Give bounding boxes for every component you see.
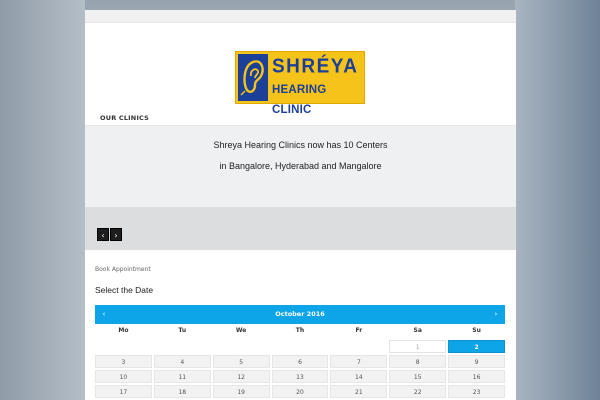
- calendar-day[interactable]: 12: [212, 370, 270, 383]
- page-container: SHRÉYA HEARING CLINIC OUR CLINICS Shreya…: [85, 10, 516, 400]
- weekday-header: Sa: [389, 324, 447, 338]
- site-logo[interactable]: SHRÉYA HEARING CLINIC: [235, 51, 365, 116]
- calendar-month-label: October 2016: [275, 310, 325, 318]
- weekday-header: Su: [448, 324, 505, 338]
- calendar-day[interactable]: 9: [448, 355, 505, 368]
- calendar-day[interactable]: 2: [448, 340, 505, 353]
- background-left: [0, 0, 85, 400]
- calendar-day[interactable]: 22: [389, 385, 447, 398]
- calendar-day[interactable]: 20: [271, 385, 329, 398]
- calendar-day[interactable]: 1: [389, 340, 447, 353]
- calendar-prev-month[interactable]: ‹: [97, 305, 111, 324]
- calendar-day[interactable]: 14: [330, 370, 388, 383]
- calendar-day[interactable]: 18: [153, 385, 211, 398]
- booking-section: Book Appointment Select the Date ‹ Octob…: [85, 266, 516, 400]
- hero-banner: Shreya Hearing Clinics now has 10 Center…: [85, 125, 516, 207]
- booking-title: Book Appointment: [95, 266, 151, 273]
- slider-bar: ‹ ›: [85, 207, 516, 250]
- calendar-day[interactable]: 11: [153, 370, 211, 383]
- calendar-day[interactable]: 5: [212, 355, 270, 368]
- ear-icon: [238, 54, 268, 101]
- weekday-header: Tu: [153, 324, 211, 338]
- calendar-day[interactable]: 15: [389, 370, 447, 383]
- calendar-day[interactable]: 19: [212, 385, 270, 398]
- calendar-empty-cell: [212, 340, 270, 353]
- site-header: SHRÉYA HEARING CLINIC OUR CLINICS: [85, 23, 516, 125]
- calendar-header: ‹ October 2016 ›: [95, 305, 505, 324]
- weekday-header: Th: [271, 324, 329, 338]
- calendar-day[interactable]: 4: [153, 355, 211, 368]
- weekday-header: Mo: [95, 324, 152, 338]
- calendar-day[interactable]: 7: [330, 355, 388, 368]
- calendar-day[interactable]: 13: [271, 370, 329, 383]
- calendar-day[interactable]: 16: [448, 370, 505, 383]
- calendar-day[interactable]: 8: [389, 355, 447, 368]
- slider-prev-button[interactable]: ‹: [97, 228, 109, 241]
- calendar-empty-cell: [153, 340, 211, 353]
- weekday-header: Fr: [330, 324, 388, 338]
- background-right: [515, 0, 600, 400]
- calendar-next-month[interactable]: ›: [489, 305, 503, 324]
- logo-text-tagline: HEARING CLINIC: [272, 84, 327, 116]
- date-picker: ‹ October 2016 › Mo Tu We Th Fr Sa Su 12…: [95, 305, 505, 400]
- slider-next-button[interactable]: ›: [110, 228, 122, 241]
- weekday-header: We: [212, 324, 270, 338]
- calendar-empty-cell: [330, 340, 388, 353]
- logo-text-name: SHRÉYA: [272, 55, 359, 78]
- calendar-day[interactable]: 6: [271, 355, 329, 368]
- top-bar: [85, 10, 516, 23]
- hero-line-1: Shreya Hearing Clinics now has 10 Center…: [213, 140, 388, 150]
- calendar-empty-cell: [95, 340, 152, 353]
- calendar-day[interactable]: 10: [95, 370, 152, 383]
- hero-line-2: in Bangalore, Hyderabad and Mangalore: [219, 161, 382, 171]
- calendar-grid: Mo Tu We Th Fr Sa Su 1 2 3 4 5 6 7 8 9 10 11 12 13 14…: [95, 324, 505, 400]
- nav-our-clinics[interactable]: OUR CLINICS: [100, 114, 149, 122]
- calendar-day[interactable]: 3: [95, 355, 152, 368]
- select-date-label: Select the Date: [95, 285, 154, 295]
- calendar-day[interactable]: 23: [448, 385, 505, 398]
- calendar-day[interactable]: 21: [330, 385, 388, 398]
- calendar-empty-cell: [271, 340, 329, 353]
- calendar-day[interactable]: 17: [95, 385, 152, 398]
